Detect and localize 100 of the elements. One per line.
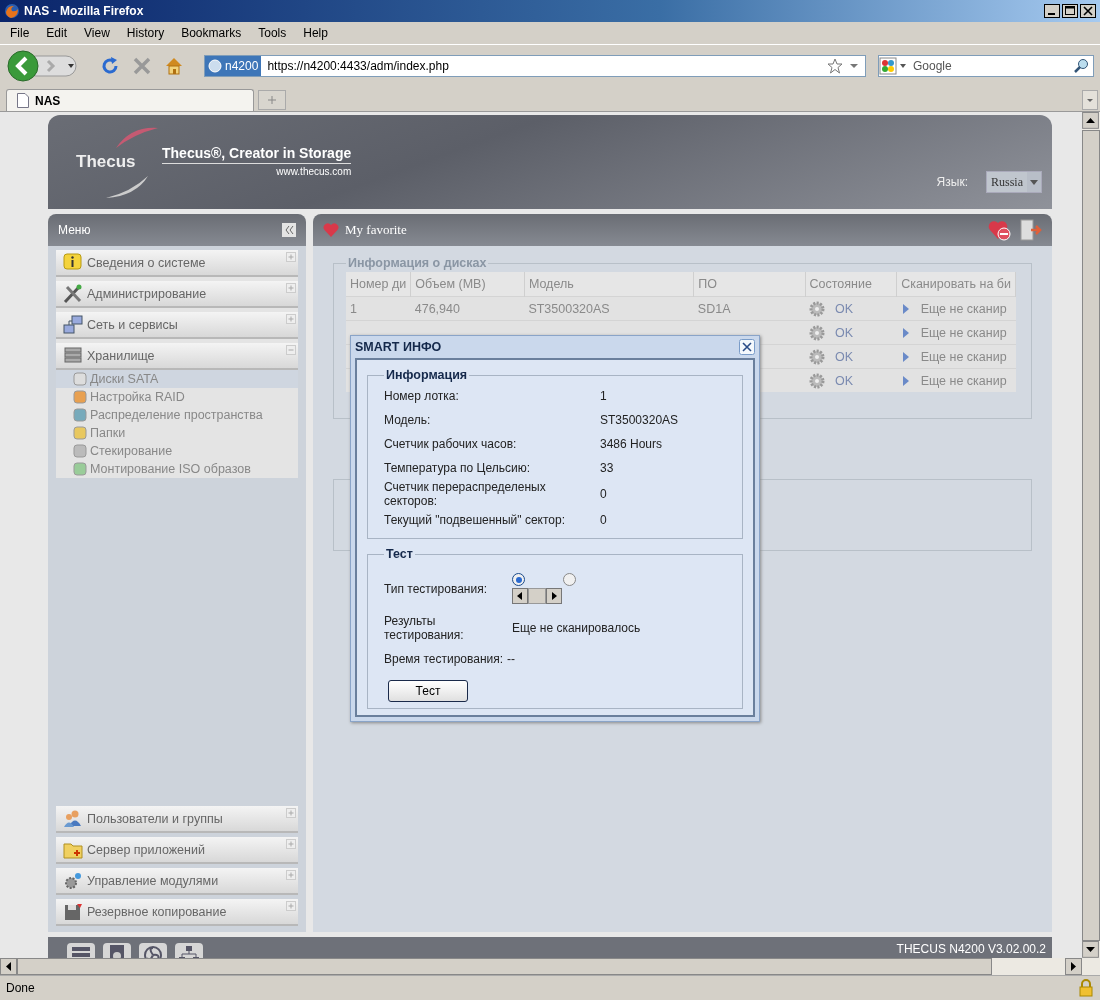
plus-icon[interactable]: [286, 839, 296, 849]
field-value: 0: [600, 513, 607, 527]
search-engine-icon[interactable]: [879, 57, 909, 75]
home-icon[interactable]: [164, 56, 184, 76]
scrollbar-drawing[interactable]: [512, 588, 562, 604]
menu-item[interactable]: Bookmarks: [181, 26, 242, 40]
menu-item[interactable]: Стекирование: [56, 442, 298, 460]
menu-item[interactable]: Настройка RAID: [56, 388, 298, 406]
gear-icon[interactable]: [809, 324, 825, 341]
menu-item[interactable]: Tools: [258, 26, 287, 40]
plus-icon[interactable]: [286, 314, 296, 324]
menu-title: Меню: [58, 223, 92, 237]
language-label: Язык:: [936, 175, 968, 189]
menu-group[interactable]: Управление модулями: [56, 868, 298, 895]
play-icon[interactable]: [900, 374, 911, 387]
scroll-right-icon[interactable]: [1065, 958, 1082, 975]
menu-item[interactable]: Папки: [56, 424, 298, 442]
floppy-icon: [62, 901, 84, 922]
collapse-icon[interactable]: [282, 223, 296, 237]
maximize-icon[interactable]: [1062, 4, 1078, 18]
remove-favorite-icon[interactable]: [988, 219, 1012, 241]
server-icon[interactable]: [66, 942, 96, 958]
radio-button[interactable]: [563, 573, 576, 586]
favorites-title[interactable]: My favorite: [345, 222, 407, 238]
new-tab-icon[interactable]: [258, 90, 286, 110]
column-header[interactable]: Объем (MB): [410, 272, 525, 297]
browser-tab[interactable]: NAS: [6, 89, 254, 111]
menu-item[interactable]: Монтирование ISO образов: [56, 460, 298, 478]
network-icon: [62, 314, 84, 335]
gear-icon: [62, 870, 84, 891]
server-icon: [62, 345, 84, 366]
column-header[interactable]: Сканировать на би: [896, 272, 1016, 297]
menu-item[interactable]: File: [10, 26, 30, 40]
menu-item[interactable]: History: [126, 26, 165, 40]
url-text: https://n4200:4433/adm/index.php: [267, 59, 450, 73]
search-icon[interactable]: [1073, 58, 1089, 74]
plus-icon[interactable]: [286, 252, 296, 262]
info-icon: [62, 252, 84, 273]
network-icon[interactable]: [174, 942, 204, 958]
test-button[interactable]: Тест: [388, 680, 468, 702]
menu-item[interactable]: Edit: [46, 26, 68, 40]
tools-icon: [62, 283, 84, 304]
field-value: --: [507, 652, 516, 666]
menu-item[interactable]: Help: [303, 26, 328, 40]
gear-icon[interactable]: [809, 372, 825, 389]
play-icon[interactable]: [900, 326, 911, 339]
address-bar[interactable]: n4200 https://n4200:4433/adm/index.php: [204, 55, 866, 77]
section-title: Информация: [385, 368, 469, 382]
menu-group[interactable]: Сеть и сервисы: [56, 312, 298, 339]
scroll-down-icon[interactable]: [1082, 941, 1099, 958]
radio-button[interactable]: [512, 573, 525, 586]
close-icon[interactable]: [1080, 4, 1096, 18]
status-text: OK: [835, 349, 854, 364]
menu-group[interactable]: Резервное копирование: [56, 899, 298, 926]
menu-group[interactable]: Сведения о системе: [56, 250, 298, 277]
field-value: 3486 Hours: [600, 437, 663, 451]
column-header[interactable]: Состояние: [805, 272, 897, 297]
menu-group[interactable]: Сервер приложений: [56, 837, 298, 864]
fan-icon[interactable]: [138, 942, 168, 958]
close-icon[interactable]: [739, 339, 755, 355]
menu-group[interactable]: Хранилище: [56, 343, 298, 370]
field-label: Модель:: [384, 413, 432, 427]
page-icon: [17, 93, 29, 108]
status-text: Done: [6, 981, 35, 995]
gear-icon[interactable]: [809, 348, 825, 365]
menu-item[interactable]: Распределение пространства: [56, 406, 298, 424]
gear-icon[interactable]: [809, 300, 825, 317]
star-icon[interactable]: [827, 58, 843, 74]
menu-item[interactable]: Диски SATA: [56, 370, 298, 388]
reload-icon[interactable]: [100, 56, 120, 76]
scroll-left-icon[interactable]: [0, 958, 17, 975]
stop-icon[interactable]: [132, 56, 152, 76]
status-text: OK: [835, 325, 854, 340]
exit-icon[interactable]: [1018, 219, 1042, 241]
plus-icon[interactable]: [286, 901, 296, 911]
play-icon[interactable]: [900, 302, 911, 315]
window-title: NAS - Mozilla Firefox: [24, 4, 145, 18]
language-select[interactable]: Russia: [986, 171, 1042, 193]
play-icon[interactable]: [900, 350, 911, 363]
field-label: Время тестирования:: [384, 652, 504, 666]
plus-icon[interactable]: [286, 870, 296, 880]
field-label: Счетчик рабочих часов:: [384, 437, 518, 451]
section-title: Тест: [385, 547, 414, 561]
status-text: OK: [835, 373, 854, 388]
plus-icon[interactable]: [286, 808, 296, 818]
menu-item[interactable]: View: [84, 26, 110, 40]
scroll-up-icon[interactable]: [1082, 112, 1099, 129]
minimize-icon[interactable]: [1044, 4, 1060, 18]
column-header[interactable]: Номер ди: [346, 272, 411, 297]
field-label: Температура по Цельсию:: [384, 461, 531, 475]
plus-icon[interactable]: [286, 283, 296, 293]
dropdown-arrow-icon[interactable]: [849, 62, 859, 70]
field-label: Тип тестирования:: [384, 581, 488, 596]
search-box[interactable]: Google: [878, 55, 1094, 77]
menu-group[interactable]: Администрирование: [56, 281, 298, 308]
menu-group[interactable]: Пользователи и группы: [56, 806, 298, 833]
column-header[interactable]: Модель: [524, 272, 694, 297]
site-identity-badge[interactable]: n4200: [205, 56, 262, 76]
site-link[interactable]: www.thecus.com: [276, 166, 352, 177]
column-header[interactable]: ПО: [693, 272, 805, 297]
